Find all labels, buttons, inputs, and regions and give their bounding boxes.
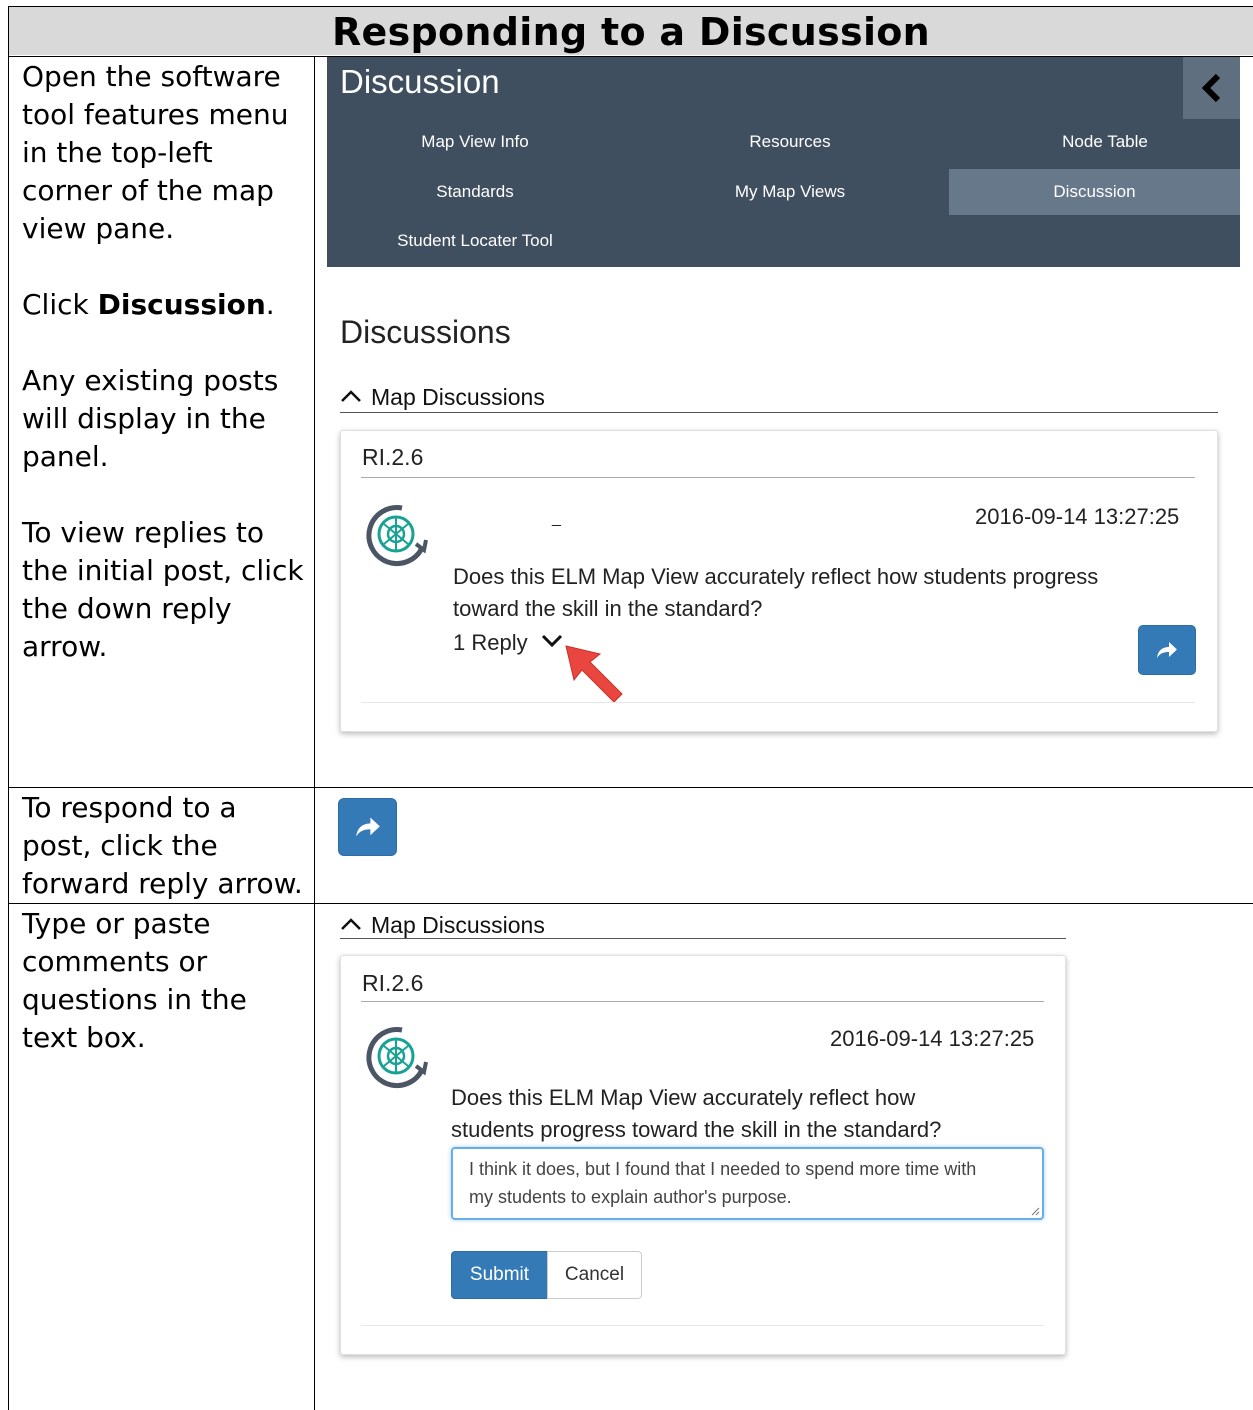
card-divider: [361, 1001, 1044, 1002]
card-title: RI.2.6: [362, 444, 424, 470]
avatar: [366, 505, 428, 567]
reply-count[interactable]: 1 Reply: [453, 630, 528, 656]
column-divider: [314, 56, 315, 1410]
card-divider: [361, 477, 1195, 478]
reply-text-line-1: I think it does, but I found that I need…: [469, 1159, 977, 1179]
reply-text-line-2: my students to explain author's purpose.: [469, 1187, 792, 1207]
post-text-line-1: Does this ELM Map View accurately reflec…: [453, 564, 1099, 589]
menu-item-map-view-info[interactable]: Map View Info: [325, 132, 625, 152]
step3-instructions: Type or paste comments or questions in t…: [22, 905, 307, 1057]
share-arrow-icon: [355, 817, 380, 837]
cancel-button[interactable]: Cancel: [547, 1251, 642, 1299]
post-author: _: [552, 510, 561, 527]
row-rule-2: [8, 903, 1253, 904]
share-arrow-icon: [1157, 642, 1177, 658]
post-text-line-1: Does this ELM Map View accurately reflec…: [451, 1085, 916, 1110]
discussions-heading: Discussions: [340, 314, 511, 350]
menu-item-resources[interactable]: Resources: [640, 132, 940, 152]
menu-item-node-table[interactable]: Node Table: [955, 132, 1253, 152]
post-timestamp: 2016-09-14 13:27:25: [975, 504, 1180, 529]
post-timestamp: 2016-09-14 13:27:25: [830, 1026, 1035, 1051]
resize-handle-icon[interactable]: [1030, 1206, 1040, 1216]
step3-text: Type or paste comments or questions in t…: [22, 907, 247, 1054]
submit-button[interactable]: Submit: [451, 1251, 548, 1299]
map-discussions-header[interactable]: Map Discussions: [371, 384, 545, 411]
step2-text: To respond to a post, click the forward …: [22, 791, 303, 900]
section-divider: [340, 412, 1218, 413]
forward-reply-button[interactable]: [1138, 625, 1196, 675]
avatar: [366, 1027, 428, 1089]
post-text-line-2: students progress toward the skill in th…: [451, 1117, 942, 1142]
step2-instructions: To respond to a post, click the forward …: [22, 789, 307, 903]
step1-replies-text: To view replies to the initial post, cli…: [22, 516, 304, 663]
menu-item-standards[interactable]: Standards: [325, 182, 625, 202]
chevron-up-icon[interactable]: [340, 388, 362, 404]
menu-item-discussion[interactable]: Discussion: [949, 169, 1240, 215]
menu-title: Discussion: [340, 63, 500, 100]
post-text-line-2: toward the skill in the standard?: [453, 596, 763, 621]
collapse-menu-button[interactable]: [1183, 57, 1240, 119]
step1-click-text: Click Discussion.: [22, 288, 275, 321]
reply-textarea[interactable]: I think it does, but I found that I need…: [451, 1147, 1044, 1220]
table-border-left: [8, 6, 9, 1410]
section-divider: [340, 938, 1066, 939]
step1-posts-text: Any existing posts will display in the p…: [22, 364, 279, 473]
page-title: Responding to a Discussion: [9, 7, 1253, 55]
card-title: RI.2.6: [362, 970, 424, 996]
forward-reply-button-large[interactable]: [338, 798, 397, 856]
card-bottom-divider: [361, 1325, 1044, 1326]
chevron-left-icon: [1201, 73, 1220, 103]
menu-item-student-locater-tool[interactable]: Student Locater Tool: [325, 231, 625, 251]
step1-open-menu-text: Open the software tool features menu in …: [22, 60, 289, 245]
menu-item-my-map-views[interactable]: My Map Views: [640, 182, 940, 202]
step1-instructions: Open the software tool features menu in …: [22, 58, 307, 666]
row-rule-1: [8, 787, 1253, 788]
map-discussions-header[interactable]: Map Discussions: [371, 912, 545, 939]
discussion-bold-label: Discussion: [97, 288, 266, 321]
chevron-up-icon[interactable]: [340, 916, 362, 932]
red-pointer-arrow-icon: [565, 645, 623, 703]
card-bottom-divider: [361, 702, 1195, 703]
